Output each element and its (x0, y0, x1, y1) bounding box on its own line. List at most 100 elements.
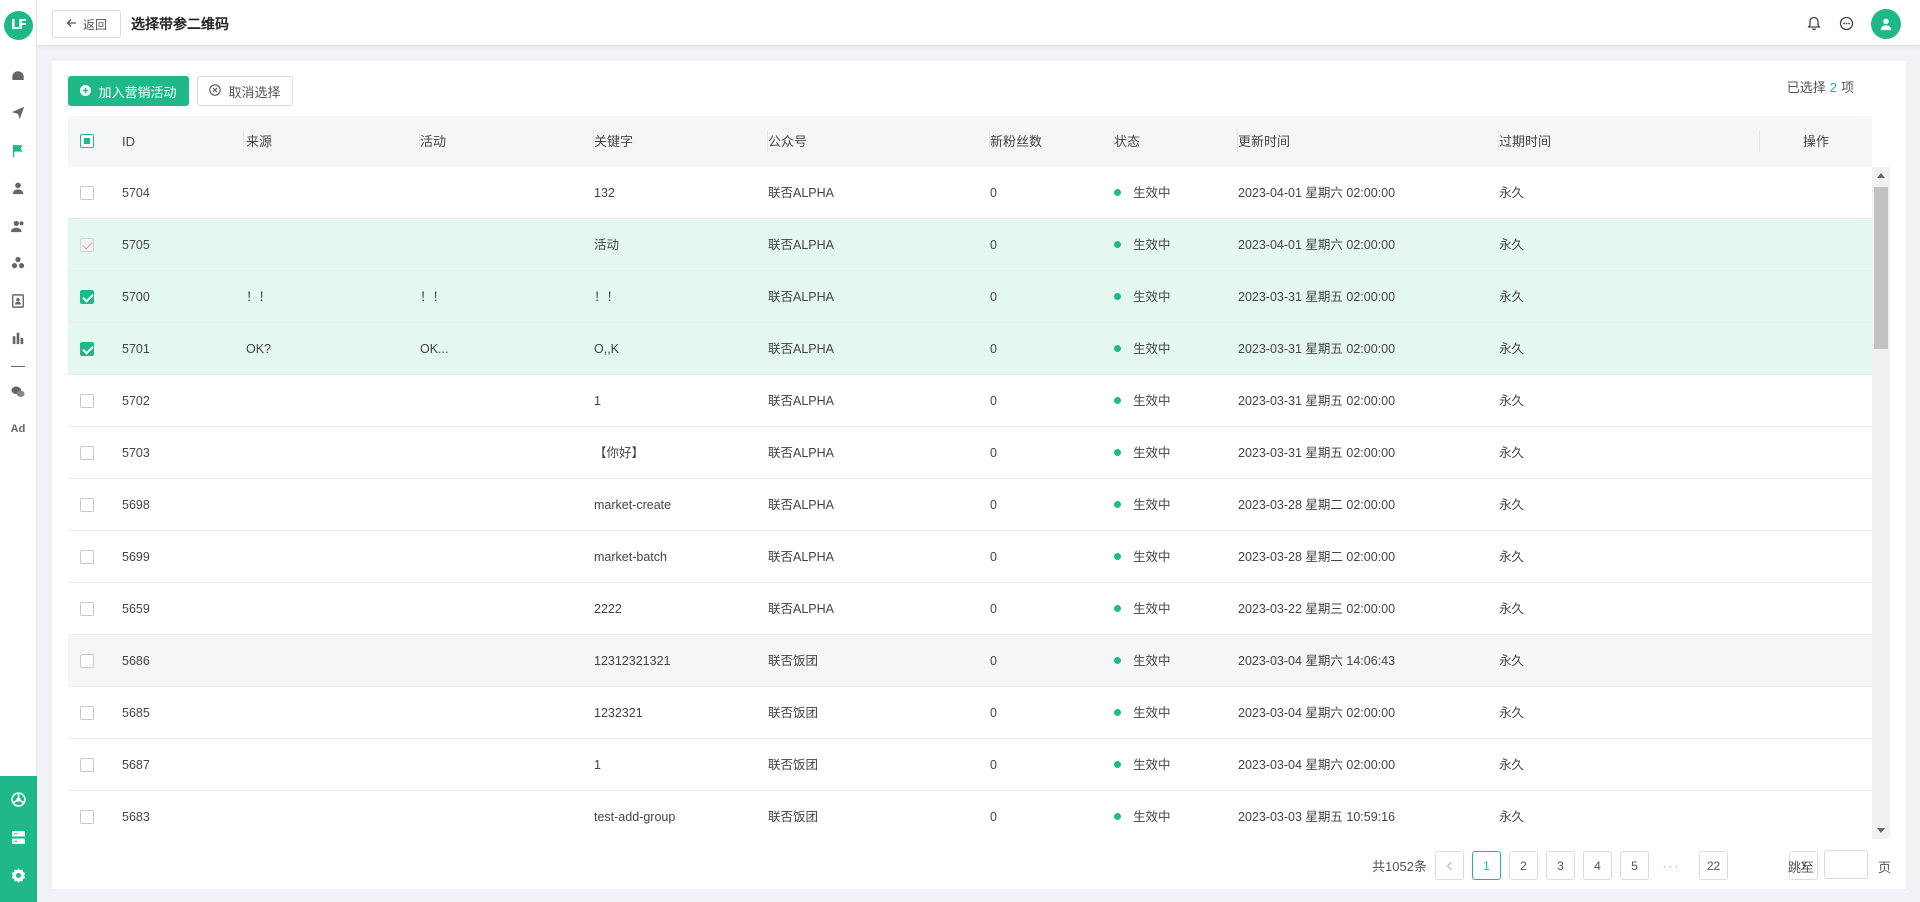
table-row[interactable]: 5659 2222 联否ALPHA 0 生效中 2023-03-22 星期三 02:00:… (68, 583, 1872, 635)
bar-chart-icon[interactable] (9, 329, 27, 347)
contact-card-icon[interactable] (9, 292, 27, 310)
cell-id: 5686 (122, 654, 150, 668)
scroll-thumb[interactable] (1874, 187, 1888, 349)
ad-icon[interactable]: Ad (8, 423, 28, 435)
col-expire[interactable]: 过期时间 (1499, 116, 1760, 167)
cell-status: 生效中 (1114, 271, 1171, 323)
back-button[interactable]: 返回 (52, 10, 121, 38)
cell-status: 生效中 (1114, 375, 1171, 427)
page-button[interactable]: 4 (1583, 851, 1612, 880)
table-row[interactable]: 5699 market-batch 联否ALPHA 0 生效中 2023-03-28 星期… (68, 531, 1872, 583)
row-checkbox[interactable] (80, 602, 94, 616)
col-id[interactable]: ID (122, 116, 244, 167)
page-button[interactable]: 1 (1472, 851, 1501, 880)
select-all-cell (68, 116, 108, 167)
col-account[interactable]: 公众号 (768, 116, 990, 167)
cell-status: 生效中 (1114, 219, 1171, 271)
table-row[interactable]: 5703 【你好】 联否ALPHA 0 生效中 2023-03-31 星期五 02:00:… (68, 427, 1872, 479)
table-row[interactable]: 5701 OK? OK... O,,K 联否ALPHA 0 生效中 2023-03-31 星期… (68, 323, 1872, 375)
col-id-label: ID (122, 134, 135, 149)
row-checkbox[interactable] (80, 394, 94, 408)
cell-updated: 2023-03-04 星期六 02:00:00 (1238, 706, 1396, 720)
cell-updated: 2023-03-03 星期五 10:59:16 (1238, 810, 1396, 824)
cell-keyword: market-create (594, 498, 672, 512)
col-keyword[interactable]: 关键字 (594, 116, 768, 167)
wechat-icon[interactable] (9, 383, 27, 401)
status-dot-icon (1114, 449, 1121, 457)
user-icon[interactable] (9, 179, 27, 197)
cell-activity: OK... (420, 342, 449, 356)
table-row[interactable]: 5698 market-create 联否ALPHA 0 生效中 2023-03-28 星… (68, 479, 1872, 531)
jump-label: 跳至 (1788, 860, 1815, 875)
row-checkbox[interactable] (80, 498, 94, 512)
col-source[interactable]: 来源 (246, 116, 420, 167)
cell-account: 联否ALPHA (768, 602, 834, 616)
table-row[interactable]: 5683 test-add-group 联否饭团 0 生效中 2023-03-03 星期五… (68, 791, 1872, 839)
group-icon[interactable] (9, 254, 27, 272)
cell-status: 生效中 (1114, 583, 1171, 635)
row-checkbox[interactable] (80, 706, 94, 720)
network-icon[interactable] (10, 791, 27, 808)
scroll-up-arrow[interactable] (1877, 173, 1885, 178)
page-button[interactable]: 3 (1546, 851, 1575, 880)
avatar[interactable] (1871, 9, 1901, 39)
cell-updated: 2023-04-01 星期六 02:00:00 (1238, 238, 1396, 252)
cell-id: 5699 (122, 550, 150, 564)
row-checkbox[interactable] (80, 290, 94, 304)
row-checkbox[interactable] (80, 810, 94, 824)
col-new-fans[interactable]: 新粉丝数 (990, 116, 1114, 167)
row-checkbox[interactable] (80, 550, 94, 564)
send-icon[interactable] (9, 104, 27, 122)
users-icon[interactable] (9, 217, 27, 235)
col-new-fans-label: 新粉丝数 (990, 134, 1043, 149)
page-title: 选择带参二维码 (131, 16, 229, 32)
cell-updated: 2023-04-01 星期六 02:00:00 (1238, 186, 1396, 200)
col-status[interactable]: 状态 (1114, 116, 1238, 167)
table-row[interactable]: 5702 1 联否ALPHA 0 生效中 2023-03-31 星期五 02:00:00 永… (68, 375, 1872, 427)
table-row[interactable]: 5687 1 联否饭团 0 生效中 2023-03-04 星期六 02:00:00 永久 (68, 739, 1872, 791)
cell-account: 联否ALPHA (768, 394, 834, 408)
table-scrollbar[interactable] (1872, 167, 1890, 839)
row-checkbox[interactable] (80, 342, 94, 356)
rail-divider (11, 366, 25, 367)
cell-account: 联否饭团 (768, 810, 819, 824)
row-checkbox[interactable] (80, 186, 94, 200)
table-row[interactable]: 5700 ！！ ！！ ！！ 联否ALPHA 0 生效中 2023-03-31 星期五 02:0… (68, 271, 1872, 323)
table-row[interactable]: 5705 活动 联否ALPHA 0 生效中 2023-04-01 星期六 02:00:00… (68, 219, 1872, 271)
server-icon[interactable] (10, 829, 27, 846)
message-icon[interactable] (1837, 14, 1855, 32)
jump-page-input[interactable] (1824, 850, 1868, 879)
page-button[interactable]: 2 (1509, 851, 1538, 880)
bell-icon[interactable] (1805, 14, 1823, 32)
cancel-selection-button[interactable]: 取消选择 (197, 76, 293, 106)
status-text: 生效中 (1133, 290, 1171, 304)
prev-page-button[interactable] (1435, 851, 1464, 880)
col-actions: 操作 (1760, 116, 1872, 167)
select-all-checkbox[interactable] (80, 134, 94, 148)
flag-icon[interactable] (9, 142, 27, 160)
row-checkbox[interactable] (80, 654, 94, 668)
settings-gear-icon[interactable] (10, 867, 27, 884)
cell-fans: 0 (990, 186, 997, 200)
cell-expire: 永久 (1499, 602, 1525, 616)
cell-updated: 2023-03-31 星期五 02:00:00 (1238, 342, 1396, 356)
cell-fans: 0 (990, 342, 997, 356)
table-row[interactable]: 5704 132 联否ALPHA 0 生效中 2023-04-01 星期六 02:00:0… (68, 167, 1872, 219)
table-row[interactable]: 5686 12312321321 联否饭团 0 生效中 2023-03-04 星期六 14… (68, 635, 1872, 687)
col-updated[interactable]: 更新时间 (1238, 116, 1499, 167)
row-checkbox[interactable] (80, 446, 94, 460)
col-expire-label: 过期时间 (1499, 134, 1552, 149)
page-button[interactable]: 22 (1699, 851, 1728, 880)
table-row[interactable]: 5685 1232321 联否饭团 0 生效中 2023-03-04 星期六 02:00:… (68, 687, 1872, 739)
add-to-campaign-button[interactable]: 加入营销活动 (68, 76, 189, 106)
col-activity[interactable]: 活动 (420, 116, 594, 167)
page-button[interactable]: 5 (1620, 851, 1649, 880)
cell-updated: 2023-03-31 星期五 02:00:00 (1238, 394, 1396, 408)
cell-fans: 0 (990, 550, 997, 564)
user-avatar-icon (1880, 18, 1892, 31)
scroll-down-arrow[interactable] (1877, 828, 1885, 833)
cell-fans: 0 (990, 810, 997, 824)
row-checkbox[interactable] (80, 758, 94, 772)
dashboard-icon[interactable] (9, 67, 27, 85)
app-logo[interactable]: LF (4, 11, 33, 40)
